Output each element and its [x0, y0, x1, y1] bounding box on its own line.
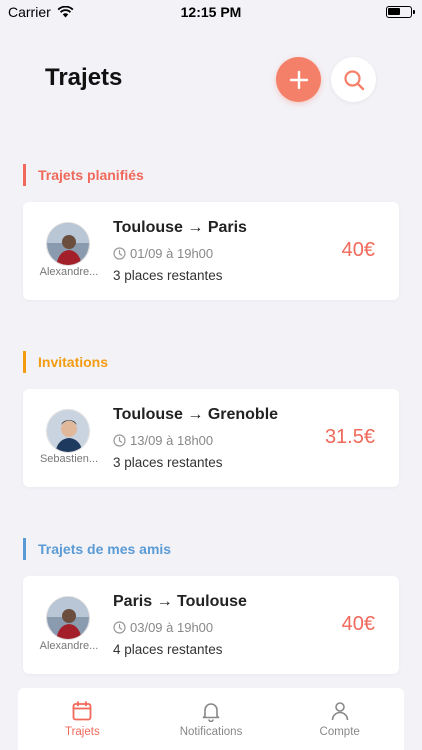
- avatar-photo: [47, 597, 89, 639]
- trip-card-friends[interactable]: Alexandre... Paris → Toulouse 03/09 à 19…: [23, 576, 399, 674]
- trip-card-planned[interactable]: Alexandre... Toulouse → Paris 01/09 à 19…: [23, 202, 399, 300]
- search-icon: [343, 69, 364, 90]
- avatar: [46, 222, 90, 266]
- tab-label: Compte: [319, 726, 360, 738]
- clock-icon: [113, 434, 126, 447]
- trip-price: 31.5€: [324, 426, 375, 448]
- battery-icon: [386, 6, 415, 18]
- seats-remaining: 3 places restantes: [113, 455, 223, 470]
- status-time: 12:15 PM: [180, 4, 242, 20]
- trip-route: Toulouse → Paris: [113, 219, 247, 236]
- search-button[interactable]: [331, 57, 376, 102]
- tab-compte[interactable]: Compte: [275, 688, 404, 750]
- trip-date: 01/09 à 19h00: [130, 246, 214, 261]
- trip-route: Paris → Toulouse: [113, 593, 247, 610]
- avatar: [46, 409, 90, 453]
- user-icon: [331, 702, 348, 721]
- tab-label: Notifications: [179, 726, 243, 738]
- page-title: Trajets: [45, 64, 123, 91]
- seats-remaining: 3 places restantes: [113, 268, 223, 283]
- trip-card-invitation[interactable]: Sebastien... Toulouse → Grenoble 13/09 à…: [23, 389, 399, 487]
- trip-date: 13/09 à 18h00: [130, 433, 214, 448]
- status-bar: Carrier 12:15 PM: [0, 0, 422, 26]
- tab-notifications[interactable]: Notifications: [147, 688, 276, 750]
- driver-name: Alexandre...: [39, 640, 99, 652]
- driver-name: Alexandre...: [39, 266, 99, 278]
- bell-icon: [202, 703, 220, 722]
- trip-date-row: 01/09 à 19h00: [113, 246, 213, 261]
- trip-route: Toulouse → Grenoble: [113, 406, 279, 423]
- trip-date-row: 13/09 à 18h00: [113, 433, 213, 448]
- avatar: [46, 596, 90, 640]
- add-trip-button[interactable]: [276, 57, 321, 102]
- section-header-invitations: Invitations: [23, 351, 108, 373]
- tab-bar: Trajets Notifications Compte: [18, 688, 404, 750]
- plus-icon: [289, 70, 308, 89]
- clock-icon: [113, 247, 126, 260]
- section-header-friends: Trajets de mes amis: [23, 538, 171, 560]
- trip-price: 40€: [341, 239, 375, 261]
- trip-date: 03/09 à 19h00: [130, 620, 214, 635]
- clock-icon: [113, 621, 126, 634]
- tab-label: Trajets: [64, 726, 100, 738]
- driver-name: Sebastien...: [39, 453, 99, 465]
- avatar-photo: [47, 410, 89, 452]
- calendar-icon: [72, 701, 92, 721]
- section-header-planned: Trajets planifiés: [23, 164, 144, 186]
- trip-price: 40€: [341, 613, 375, 635]
- avatar-photo: [47, 223, 89, 265]
- tab-trajets[interactable]: Trajets: [18, 688, 147, 750]
- seats-remaining: 4 places restantes: [113, 642, 223, 657]
- battery-level: [388, 8, 400, 15]
- trip-date-row: 03/09 à 19h00: [113, 620, 213, 635]
